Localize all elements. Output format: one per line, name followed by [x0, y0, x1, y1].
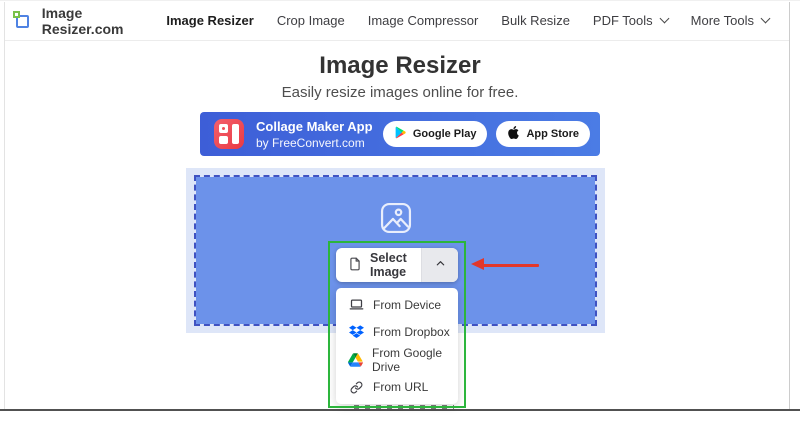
store-buttons: Google Play App Store	[382, 121, 592, 147]
app-store-label: App Store	[526, 128, 579, 140]
chevron-down-icon	[760, 13, 771, 24]
apple-icon	[507, 126, 520, 142]
link-icon	[348, 381, 364, 394]
nav-item-label: Image Compressor	[367, 13, 479, 28]
google-play-label: Google Play	[412, 128, 477, 140]
nav-item-bulk-resize[interactable]: Bulk Resize	[501, 13, 570, 28]
nav-item-label: Bulk Resize	[501, 13, 570, 28]
site-logo[interactable]: Image Resizer.com	[13, 5, 166, 37]
menu-item-label: From Device	[373, 297, 442, 312]
promo-byline: by FreeConvert.com	[256, 135, 365, 150]
nav-item-label: More Tools	[690, 13, 754, 28]
menu-item-from-device[interactable]: From Device	[336, 291, 458, 318]
nav-item-pdf-tools[interactable]: PDF Tools	[592, 13, 670, 28]
page: Image Resizer.com Image Resizer Crop Imag…	[0, 0, 800, 422]
resize-logo-icon	[13, 10, 33, 31]
menu-item-label: From URL	[373, 380, 429, 395]
menu-item-from-url[interactable]: From URL	[336, 374, 458, 401]
google-play-icon	[394, 126, 407, 142]
promo-app-name: Collage Maker App	[256, 118, 373, 134]
annotation-arrow	[483, 263, 539, 267]
select-image-label: Select Image	[370, 251, 407, 279]
menu-item-label: From Dropbox	[373, 324, 450, 339]
promo-banner[interactable]: Collage Maker App by FreeConvert.com Goo…	[200, 112, 600, 156]
nav-item-label: PDF Tools	[592, 13, 653, 28]
menu-item-from-dropbox[interactable]: From Dropbox	[336, 318, 458, 345]
google-drive-icon	[348, 352, 363, 367]
clipped-text-fragment	[354, 405, 454, 409]
image-placeholder-icon	[377, 199, 415, 242]
dropbox-icon	[348, 324, 364, 339]
file-icon	[348, 257, 362, 274]
app-store-button[interactable]: App Store	[496, 121, 590, 147]
collage-maker-app-icon	[214, 119, 244, 149]
select-image-menu: From Device From Dropbox From Google Drive…	[336, 288, 458, 404]
viewport-edge-bottom	[0, 409, 800, 411]
nav-item-label: Image Resizer	[166, 13, 254, 28]
main-nav: Image Resizer Crop Image Image Compressor B…	[166, 13, 771, 28]
chevron-up-icon	[435, 256, 446, 274]
menu-item-label: From Google Drive	[372, 345, 443, 374]
nav-item-image-compressor[interactable]: Image Compressor	[368, 13, 479, 28]
page-title: Image Resizer	[319, 52, 481, 79]
device-icon	[348, 297, 364, 312]
chevron-down-icon	[659, 13, 670, 24]
annotation-arrow-head-icon	[471, 258, 484, 270]
menu-item-from-google-drive[interactable]: From Google Drive	[336, 346, 458, 374]
google-play-button[interactable]: Google Play	[382, 121, 488, 147]
nav-item-crop-image[interactable]: Crop Image	[277, 13, 345, 28]
nav-item-label: Crop Image	[276, 13, 345, 28]
select-image-button[interactable]: Select Image	[336, 248, 458, 282]
site-logo-text: Image Resizer.com	[41, 4, 124, 37]
header: Image Resizer.com Image Resizer Crop Imag…	[5, 1, 789, 41]
nav-item-more-tools[interactable]: More Tools	[690, 13, 771, 28]
nav-item-image-resizer[interactable]: Image Resizer	[166, 13, 253, 28]
page-subtitle: Easily resize images online for free.	[281, 84, 519, 101]
select-image-caret[interactable]	[421, 248, 458, 282]
